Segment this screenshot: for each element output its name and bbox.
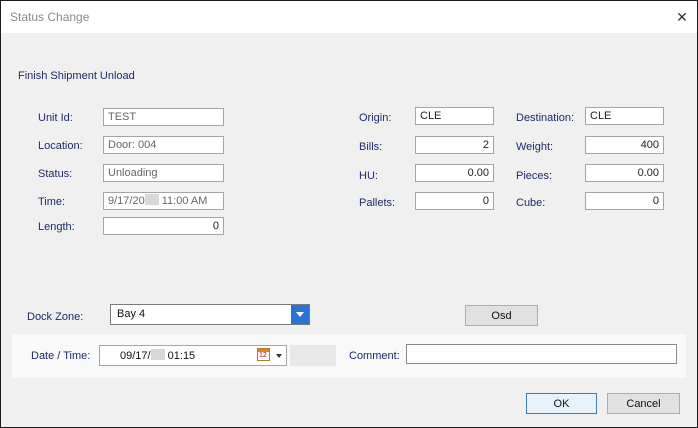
calendar-icon[interactable]: 12	[257, 348, 270, 361]
chevron-down-icon[interactable]	[291, 305, 309, 324]
date-time-value: 09/17/ 01:15	[120, 349, 195, 362]
length-field[interactable]: 0	[103, 217, 224, 235]
time-label: Time:	[38, 196, 66, 208]
disabled-field	[290, 345, 336, 366]
location-field[interactable]: Door: 004	[103, 136, 224, 154]
comment-label: Comment:	[349, 350, 400, 362]
section-title: Finish Shipment Unload	[18, 70, 135, 82]
length-label: Length:	[38, 221, 75, 233]
destination-field[interactable]: CLE	[585, 107, 664, 125]
dock-zone-value: Bay 4	[117, 308, 146, 320]
weight-field[interactable]: 400	[585, 136, 664, 154]
date-time-field[interactable]: 09/17/ 01:15 12	[99, 345, 287, 366]
bills-field[interactable]: 2	[415, 136, 494, 154]
dock-zone-label: Dock Zone:	[27, 311, 84, 323]
dock-zone-select[interactable]: Bay 4	[110, 304, 310, 325]
pieces-field[interactable]: 0.00	[585, 164, 664, 182]
clock-part: 01:15	[164, 350, 196, 362]
pieces-label: Pieces:	[516, 170, 553, 182]
hu-label: HU:	[359, 170, 378, 182]
hu-field[interactable]: 0.00	[415, 164, 494, 182]
weight-label: Weight:	[516, 141, 554, 153]
chevron-down-icon[interactable]	[276, 354, 282, 358]
time-date-part: 9/17/20	[108, 195, 145, 207]
time-clock-part: 11:00 AM	[158, 195, 208, 207]
location-label: Location:	[38, 140, 83, 152]
cancel-button[interactable]: Cancel	[607, 393, 680, 414]
close-icon[interactable]: ✕	[671, 6, 693, 28]
pallets-label: Pallets:	[359, 197, 396, 209]
origin-label: Origin:	[359, 112, 392, 124]
bills-label: Bills:	[359, 141, 383, 153]
comment-input[interactable]	[406, 344, 677, 364]
cube-field[interactable]: 0	[585, 192, 664, 210]
unit-id-field[interactable]: TEST	[103, 108, 224, 126]
unit-id-label: Unit Id:	[38, 112, 73, 124]
date-time-label: Date / Time:	[31, 350, 91, 362]
cube-label: Cube:	[516, 197, 546, 209]
date-part: 09/17/	[120, 350, 151, 362]
redacted-block	[150, 349, 165, 360]
destination-label: Destination:	[516, 112, 575, 124]
pallets-field[interactable]: 0	[415, 192, 494, 210]
title-bar: Status Change ✕	[1, 1, 697, 33]
status-field[interactable]: Unloading	[103, 164, 224, 182]
window-title: Status Change	[10, 10, 90, 24]
time-field[interactable]: 9/17/20 11:00 AM	[103, 192, 224, 210]
redacted-block	[144, 194, 159, 205]
ok-button[interactable]: OK	[526, 393, 597, 414]
osd-button[interactable]: Osd	[465, 305, 538, 326]
calendar-day: 12	[259, 352, 267, 359]
status-label: Status:	[38, 168, 73, 180]
origin-field[interactable]: CLE	[415, 107, 494, 125]
